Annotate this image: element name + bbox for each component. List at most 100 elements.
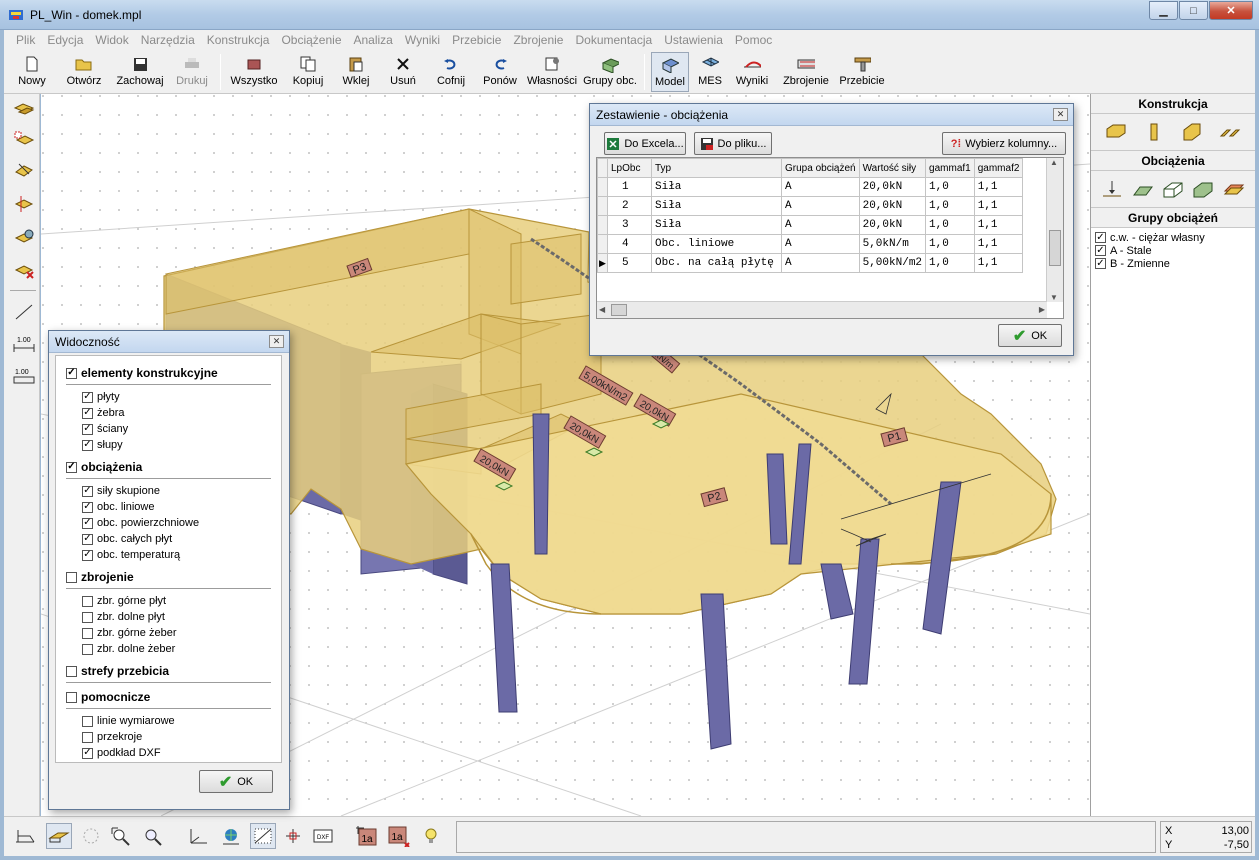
table-row[interactable]: 3 Siła A 20,0kN 1,0 1,1 bbox=[597, 215, 1024, 235]
menu-item-3[interactable]: Narzędzia bbox=[135, 33, 201, 47]
load-groups-button[interactable]: Grupy obc. bbox=[582, 52, 638, 92]
visibility-item-checkbox[interactable] bbox=[82, 611, 93, 623]
view-3d-icon[interactable] bbox=[46, 823, 72, 849]
axes-icon[interactable] bbox=[186, 823, 212, 849]
menu-item-6[interactable]: Analiza bbox=[348, 33, 399, 47]
table-cell[interactable]: Siła bbox=[651, 215, 782, 235]
edit-contour-icon[interactable] bbox=[12, 158, 36, 182]
visibility-section[interactable]: zbrojenie bbox=[66, 570, 134, 584]
table-cell[interactable]: 20,0kN bbox=[858, 215, 927, 235]
dimension-line-icon[interactable]: 1.00 bbox=[12, 332, 36, 356]
menu-item-10[interactable]: Dokumentacja bbox=[569, 33, 658, 47]
table-cell[interactable]: 1,1 bbox=[973, 177, 1024, 197]
new-button[interactable]: Nowy bbox=[14, 52, 50, 92]
loads-ok-button[interactable]: ✔ OK bbox=[998, 324, 1062, 347]
table-cell[interactable]: 20,0kN bbox=[858, 196, 927, 216]
table-cell[interactable]: 1,0 bbox=[925, 253, 975, 273]
table-row[interactable]: 4 Obc. liniowe A 5,0kN/m 1,0 1,1 bbox=[597, 234, 1024, 254]
column-header[interactable]: Wartość siły bbox=[858, 158, 927, 178]
globe-axes-icon[interactable] bbox=[218, 823, 244, 849]
visibility-item[interactable]: ✓ słupy bbox=[82, 438, 123, 452]
visibility-section-checkbox[interactable] bbox=[66, 571, 77, 583]
rotate-view-icon[interactable] bbox=[78, 823, 104, 849]
table-cell[interactable]: A bbox=[781, 196, 860, 216]
column-header[interactable]: Typ bbox=[651, 158, 782, 178]
plate-number-add-icon[interactable]: 1a bbox=[386, 823, 412, 849]
delete-hole-icon[interactable] bbox=[12, 258, 36, 282]
results-button[interactable]: Wyniki bbox=[734, 52, 770, 92]
visibility-item[interactable]: zbr. dolne żeber bbox=[82, 642, 175, 656]
column-header[interactable]: Grupa obciążeń bbox=[781, 158, 860, 178]
table-cell[interactable]: 1,1 bbox=[973, 196, 1024, 216]
table-cell[interactable]: 5 bbox=[607, 253, 652, 273]
minimize-button[interactable]: ▁ bbox=[1149, 1, 1178, 20]
menu-item-1[interactable]: Edycja bbox=[41, 33, 89, 47]
visibility-ok-button[interactable]: ✔ OK bbox=[199, 770, 273, 793]
light-bulb-icon[interactable] bbox=[418, 823, 444, 849]
table-cell[interactable]: 4 bbox=[607, 234, 652, 254]
add-plate-icon[interactable] bbox=[12, 128, 36, 152]
visibility-section[interactable]: ✓ obciążenia bbox=[66, 460, 142, 474]
menu-item-5[interactable]: Obciążenie bbox=[275, 33, 347, 47]
zoom-icon[interactable] bbox=[140, 823, 166, 849]
line-tool-icon[interactable] bbox=[12, 300, 36, 324]
mes-button[interactable]: MES bbox=[694, 52, 726, 92]
visibility-section[interactable]: ✓ elementy konstrukcyjne bbox=[66, 366, 218, 380]
crosshair-icon[interactable] bbox=[280, 823, 306, 849]
section-tool-icon[interactable]: 1.00 bbox=[12, 364, 36, 388]
menu-item-11[interactable]: Ustawienia bbox=[658, 33, 729, 47]
menu-item-7[interactable]: Wyniki bbox=[399, 33, 446, 47]
visibility-item-checkbox[interactable]: ✓ bbox=[82, 549, 93, 561]
slab-icon[interactable] bbox=[1104, 121, 1128, 143]
point-load-icon[interactable] bbox=[1100, 178, 1124, 200]
visibility-item[interactable]: ✓ obc. całych płyt bbox=[82, 532, 172, 546]
load-group-item[interactable]: ✓ A - Stale bbox=[1095, 244, 1251, 257]
visibility-section-checkbox[interactable] bbox=[66, 665, 77, 677]
visibility-item-checkbox[interactable] bbox=[82, 595, 93, 607]
plate-tool-icon[interactable] bbox=[12, 98, 36, 122]
visibility-item[interactable]: przekroje bbox=[82, 730, 142, 744]
table-cell[interactable]: 20,0kN bbox=[858, 177, 927, 197]
print-button[interactable]: Drukuj bbox=[172, 52, 212, 92]
menu-item-0[interactable]: Plik bbox=[10, 33, 41, 47]
visibility-item[interactable]: ✓ płyty bbox=[82, 390, 120, 404]
visibility-item[interactable]: linie wymiarowe bbox=[82, 714, 175, 728]
to-file-button[interactable]: Do pliku... bbox=[694, 132, 772, 155]
temperature-load-icon[interactable] bbox=[1222, 178, 1246, 200]
table-row[interactable]: 2 Siła A 20,0kN 1,0 1,1 bbox=[597, 196, 1024, 216]
table-cell[interactable]: 5,0kN/m bbox=[858, 234, 927, 254]
plate-number-icon[interactable]: 1a bbox=[354, 823, 380, 849]
load-group-checkbox[interactable]: ✓ bbox=[1095, 245, 1106, 256]
menu-item-9[interactable]: Zbrojenie bbox=[507, 33, 569, 47]
table-cell[interactable]: 1,1 bbox=[973, 253, 1024, 273]
zoom-window-icon[interactable] bbox=[108, 823, 134, 849]
visibility-item-checkbox[interactable] bbox=[82, 627, 93, 639]
column-header[interactable]: gammaf1 bbox=[925, 158, 975, 178]
snap-grid-icon[interactable] bbox=[250, 823, 276, 849]
table-cell[interactable]: A bbox=[781, 215, 860, 235]
loads-dialog-close-button[interactable]: ✕ bbox=[1053, 108, 1068, 121]
visibility-section-checkbox[interactable] bbox=[66, 691, 77, 703]
paste-button[interactable]: Wklej bbox=[338, 52, 374, 92]
table-cell[interactable]: 1,0 bbox=[925, 215, 975, 235]
scroll-left-icon[interactable]: ◀ bbox=[599, 305, 605, 314]
visibility-item-checkbox[interactable]: ✓ bbox=[82, 439, 93, 451]
visibility-item-checkbox[interactable]: ✓ bbox=[82, 517, 93, 529]
table-cell[interactable]: A bbox=[781, 253, 860, 273]
vertical-scrollbar[interactable]: ▲ ▼ bbox=[1046, 158, 1063, 302]
table-row[interactable]: ▶ 5 Obc. na całą płytę A 5,00kN/m2 1,0 1,1 bbox=[597, 253, 1024, 273]
line-load-icon[interactable] bbox=[1131, 178, 1155, 200]
punching-button[interactable]: Przebicie bbox=[838, 52, 886, 92]
dxf-icon[interactable]: DXF bbox=[310, 823, 336, 849]
menu-item-4[interactable]: Konstrukcja bbox=[201, 33, 276, 47]
table-cell[interactable]: Siła bbox=[651, 177, 782, 197]
table-cell[interactable]: 5,00kN/m2 bbox=[858, 253, 927, 273]
delete-button[interactable]: Usuń bbox=[386, 52, 420, 92]
reinforcement-button[interactable]: Zbrojenie bbox=[780, 52, 832, 92]
table-cell[interactable]: 1,0 bbox=[925, 177, 975, 197]
visibility-item[interactable]: ✓ obc. temperaturą bbox=[82, 548, 180, 562]
visibility-item[interactable]: ✓ ściany bbox=[82, 422, 128, 436]
split-plate-icon[interactable] bbox=[12, 192, 36, 216]
vertical-scroll-thumb[interactable] bbox=[1049, 230, 1061, 266]
visibility-item-checkbox[interactable]: ✓ bbox=[82, 423, 93, 435]
